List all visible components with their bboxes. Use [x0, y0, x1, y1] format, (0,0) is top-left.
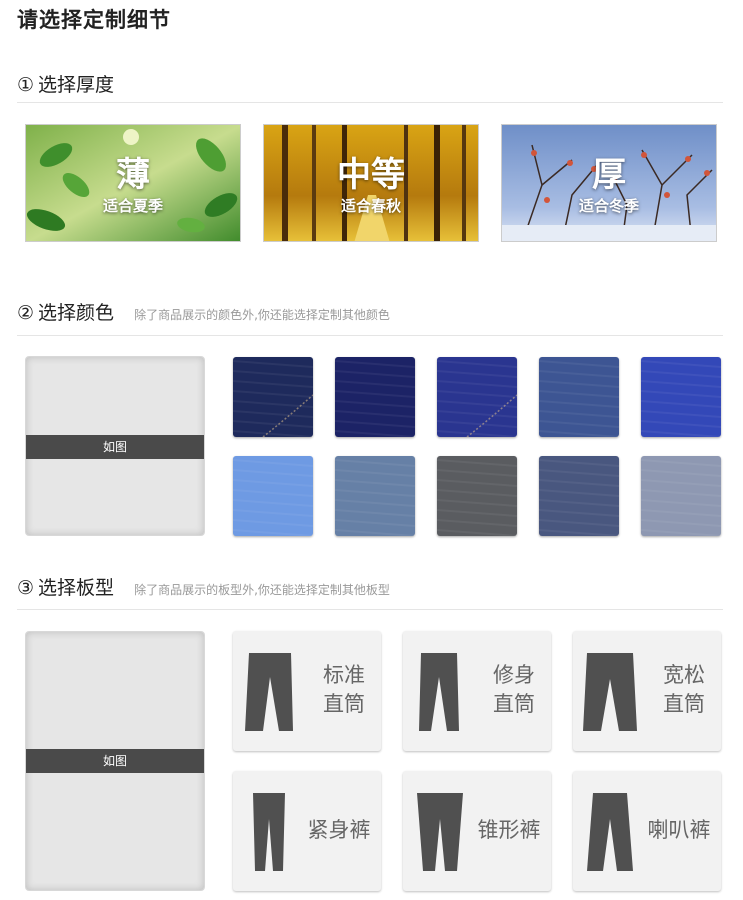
preview-label: 如图: [26, 749, 204, 773]
thickness-title: 厚: [592, 155, 626, 195]
swatch-texture: [437, 360, 517, 437]
color-swatch-mid-blue-denim[interactable]: [539, 357, 619, 437]
color-swatch-washed-denim[interactable]: [539, 456, 619, 536]
fit-label-line2: 直筒: [493, 692, 535, 716]
swatch-texture: [641, 459, 721, 536]
section-number: ①: [17, 74, 35, 96]
section-number: ②: [17, 302, 35, 324]
swatch-texture: [233, 459, 313, 536]
fit-label-line2: 直筒: [663, 692, 705, 716]
section-number: ③: [17, 577, 35, 599]
fit-option-skinny[interactable]: 紧身裤: [233, 771, 381, 891]
color-section-header: ② 选择颜色 除了商品展示的颜色外,你还能选择定制其他颜色: [17, 298, 390, 328]
swatch-texture: [233, 360, 313, 437]
section-title: 选择板型: [38, 577, 115, 599]
swatch-texture: [437, 459, 517, 536]
tapered-pants-icon: [417, 793, 463, 871]
page-title: 请选择定制细节: [17, 8, 171, 32]
thickness-subtitle: 适合冬季: [578, 197, 639, 215]
color-swatch-charcoal[interactable]: [437, 456, 517, 536]
thickness-option-thin[interactable]: 薄 适合夏季: [25, 124, 241, 242]
thickness-title: 中等: [337, 155, 405, 195]
fit-option-flare[interactable]: 喇叭裤: [573, 771, 721, 891]
fit-option-tapered[interactable]: 锥形裤: [403, 771, 551, 891]
straight-pants-icon: [245, 653, 293, 731]
fit-option-loose-straight[interactable]: 宽松 直筒: [573, 631, 721, 751]
thickness-title: 薄: [116, 155, 150, 195]
fit-label-line1: 修身: [493, 663, 535, 687]
fit-label: 喇叭裤: [647, 818, 711, 842]
flare-pants-icon: [587, 793, 633, 871]
section-hint: 除了商品展示的板型外,你还能选择定制其他板型: [134, 583, 390, 597]
loose-pants-icon: [583, 653, 637, 731]
swatch-texture: [335, 459, 415, 536]
swatch-texture: [335, 360, 415, 437]
thickness-section-header: ① 选择厚度: [17, 70, 114, 100]
color-swatch-indigo-denim-stitched[interactable]: [437, 357, 517, 437]
color-swatch-royal-blue[interactable]: [641, 357, 721, 437]
fit-option-standard-straight[interactable]: 标准 直筒: [233, 631, 381, 751]
thickness-option-thick[interactable]: 厚 适合冬季: [501, 124, 717, 242]
fit-section-header: ③ 选择板型 除了商品展示的板型外,你还能选择定制其他板型: [17, 573, 390, 603]
preview-label: 如图: [26, 435, 204, 459]
fit-label: 修身 直筒: [487, 661, 541, 719]
color-swatch-dark-denim-stitched[interactable]: [233, 357, 313, 437]
color-swatch-light-blue[interactable]: [233, 456, 313, 536]
slim-pants-icon: [419, 653, 459, 731]
fit-preview[interactable]: 如图: [25, 631, 205, 891]
fit-label: 宽松 直筒: [657, 661, 711, 719]
swatch-texture: [539, 360, 619, 437]
divider: [17, 609, 723, 610]
color-swatch-grey-blue[interactable]: [335, 456, 415, 536]
section-title: 选择厚度: [38, 74, 115, 96]
thickness-option-medium[interactable]: 中等 适合春秋: [263, 124, 479, 242]
fit-label: 标准 直筒: [317, 661, 371, 719]
skinny-pants-icon: [253, 793, 285, 871]
swatch-texture: [539, 459, 619, 536]
fit-label: 锥形裤: [477, 818, 541, 842]
swatch-texture: [641, 360, 721, 437]
fit-label: 紧身裤: [307, 818, 371, 842]
fit-label-line1: 宽松: [663, 663, 705, 687]
color-preview[interactable]: 如图: [25, 356, 205, 536]
fit-option-slim-straight[interactable]: 修身 直筒: [403, 631, 551, 751]
color-swatch-light-grey-blue[interactable]: [641, 456, 721, 536]
thickness-subtitle: 适合夏季: [102, 197, 163, 215]
fit-label-line1: 标准: [323, 663, 365, 687]
section-hint: 除了商品展示的颜色外,你还能选择定制其他颜色: [134, 308, 390, 322]
divider: [17, 335, 723, 336]
divider: [17, 102, 723, 103]
fit-label-line2: 直筒: [323, 692, 365, 716]
color-swatch-navy-denim[interactable]: [335, 357, 415, 437]
thickness-subtitle: 适合春秋: [340, 197, 401, 215]
section-title: 选择颜色: [38, 302, 115, 324]
